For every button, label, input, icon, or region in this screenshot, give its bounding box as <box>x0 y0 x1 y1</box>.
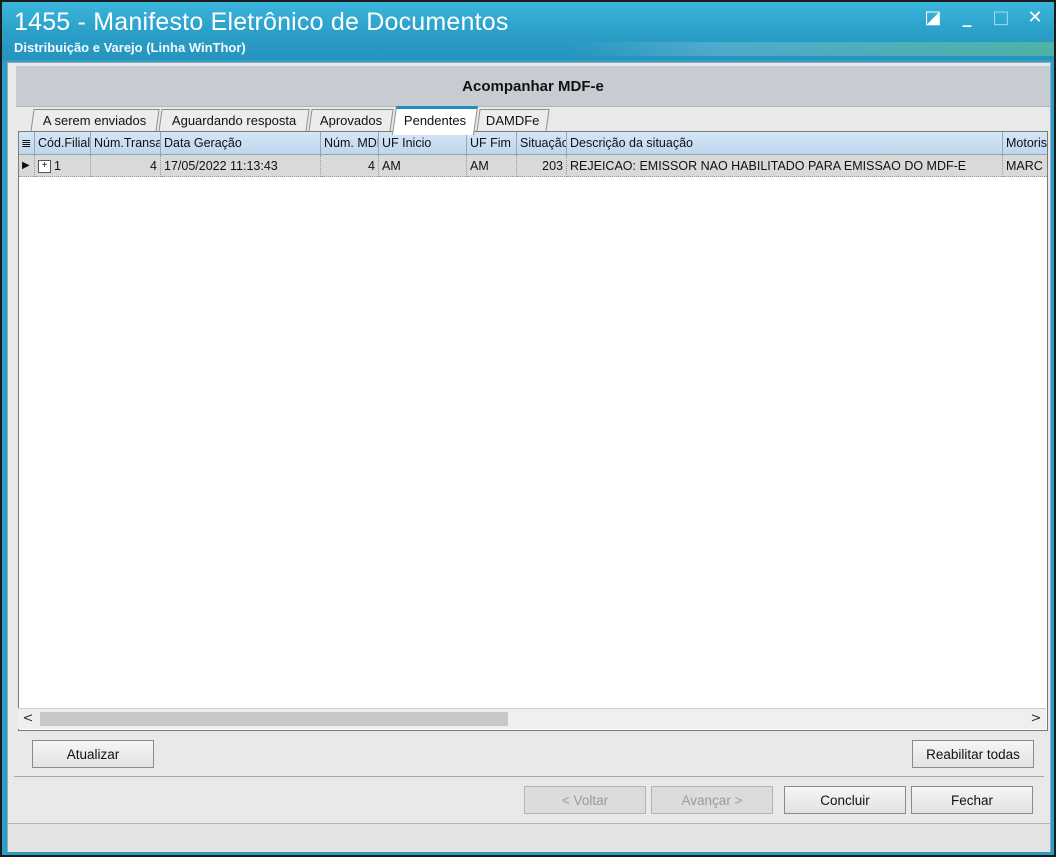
cell-situacao[interactable]: 203 <box>517 155 567 177</box>
cell-descricao[interactable]: REJEICAO: EMISSOR NAO HABILITADO PARA EM… <box>567 155 1003 177</box>
maximize-button[interactable]: □ <box>990 8 1012 28</box>
minimize-button[interactable]: _ <box>956 8 978 28</box>
title-decoration <box>568 42 1054 56</box>
window-controls: ◪ _ □ ✕ <box>922 8 1046 28</box>
col-uf-inicio[interactable]: UF Inicio <box>379 132 467 154</box>
reabilitar-todas-button[interactable]: Reabilitar todas <box>912 740 1034 768</box>
col-descricao[interactable]: Descrição da situação <box>567 132 1003 154</box>
cell-cod-filial[interactable]: +1 <box>35 155 91 177</box>
cell-num-mdfe[interactable]: 4 <box>321 155 379 177</box>
restore-icon[interactable]: ◪ <box>922 8 944 28</box>
mdfe-grid[interactable]: ≣ Cód.Filial Núm.Transação Data Geração … <box>18 131 1048 731</box>
page-title: Acompanhar MDF-e <box>462 78 604 95</box>
atualizar-button[interactable]: Atualizar <box>32 740 154 768</box>
tab-pendentes[interactable]: Pendentes <box>391 106 479 135</box>
close-button[interactable]: ✕ <box>1024 8 1046 28</box>
cell-motorista[interactable]: MARC <box>1003 155 1047 177</box>
main-window: 1455 - Manifesto Eletrônico de Documento… <box>0 0 1056 857</box>
concluir-button[interactable]: Concluir <box>784 786 906 814</box>
scroll-thumb[interactable] <box>40 712 508 726</box>
col-num-mdfe[interactable]: Núm. MDF-e <box>321 132 379 154</box>
row-indicator-icon: ▶ <box>19 155 35 177</box>
grid-header: ≣ Cód.Filial Núm.Transação Data Geração … <box>19 132 1047 155</box>
column-chooser-icon[interactable]: ≣ <box>19 132 35 154</box>
status-bar <box>8 823 1050 852</box>
tab-aguardando-resposta[interactable]: Aguardando resposta <box>158 109 310 132</box>
tab-damdfe[interactable]: DAMDFe <box>476 109 550 132</box>
client-area: Acompanhar MDF-e A serem enviados Aguard… <box>7 62 1051 852</box>
fechar-button[interactable]: Fechar <box>911 786 1033 814</box>
avancar-button[interactable]: Avançar > <box>651 786 773 814</box>
col-cod-filial[interactable]: Cód.Filial <box>35 132 91 154</box>
col-situacao[interactable]: Situação <box>517 132 567 154</box>
page-header: Acompanhar MDF-e <box>16 66 1050 107</box>
scroll-left-icon[interactable]: < <box>18 709 38 729</box>
window-title: 1455 - Manifesto Eletrônico de Documento… <box>14 8 509 36</box>
divider <box>14 776 1044 777</box>
title-bar[interactable]: 1455 - Manifesto Eletrônico de Documento… <box>2 2 1054 60</box>
cell-uf-fim[interactable]: AM <box>467 155 517 177</box>
tab-strip: A serem enviados Aguardando resposta Apr… <box>18 106 1048 135</box>
expand-icon[interactable]: + <box>38 160 51 174</box>
window-subtitle: Distribuição e Varejo (Linha WinThor) <box>14 40 246 55</box>
scroll-right-icon[interactable]: > <box>1026 709 1046 729</box>
cell-num-transacao[interactable]: 4 <box>91 155 161 177</box>
horizontal-scrollbar[interactable]: < > <box>18 708 1046 729</box>
tab-aprovados[interactable]: Aprovados <box>308 109 394 132</box>
tab-a-serem-enviados[interactable]: A serem enviados <box>30 109 160 132</box>
voltar-button[interactable]: < Voltar <box>524 786 646 814</box>
col-uf-fim[interactable]: UF Fim <box>467 132 517 154</box>
col-num-transacao[interactable]: Núm.Transação <box>91 132 161 154</box>
cell-uf-inicio[interactable]: AM <box>379 155 467 177</box>
cell-data-geracao[interactable]: 17/05/2022 11:13:43 <box>161 155 321 177</box>
table-row[interactable]: ▶ +1 4 17/05/2022 11:13:43 4 AM AM 203 R… <box>19 155 1047 177</box>
col-data-geracao[interactable]: Data Geração <box>161 132 321 154</box>
col-motorista[interactable]: Motorista <box>1003 132 1047 154</box>
